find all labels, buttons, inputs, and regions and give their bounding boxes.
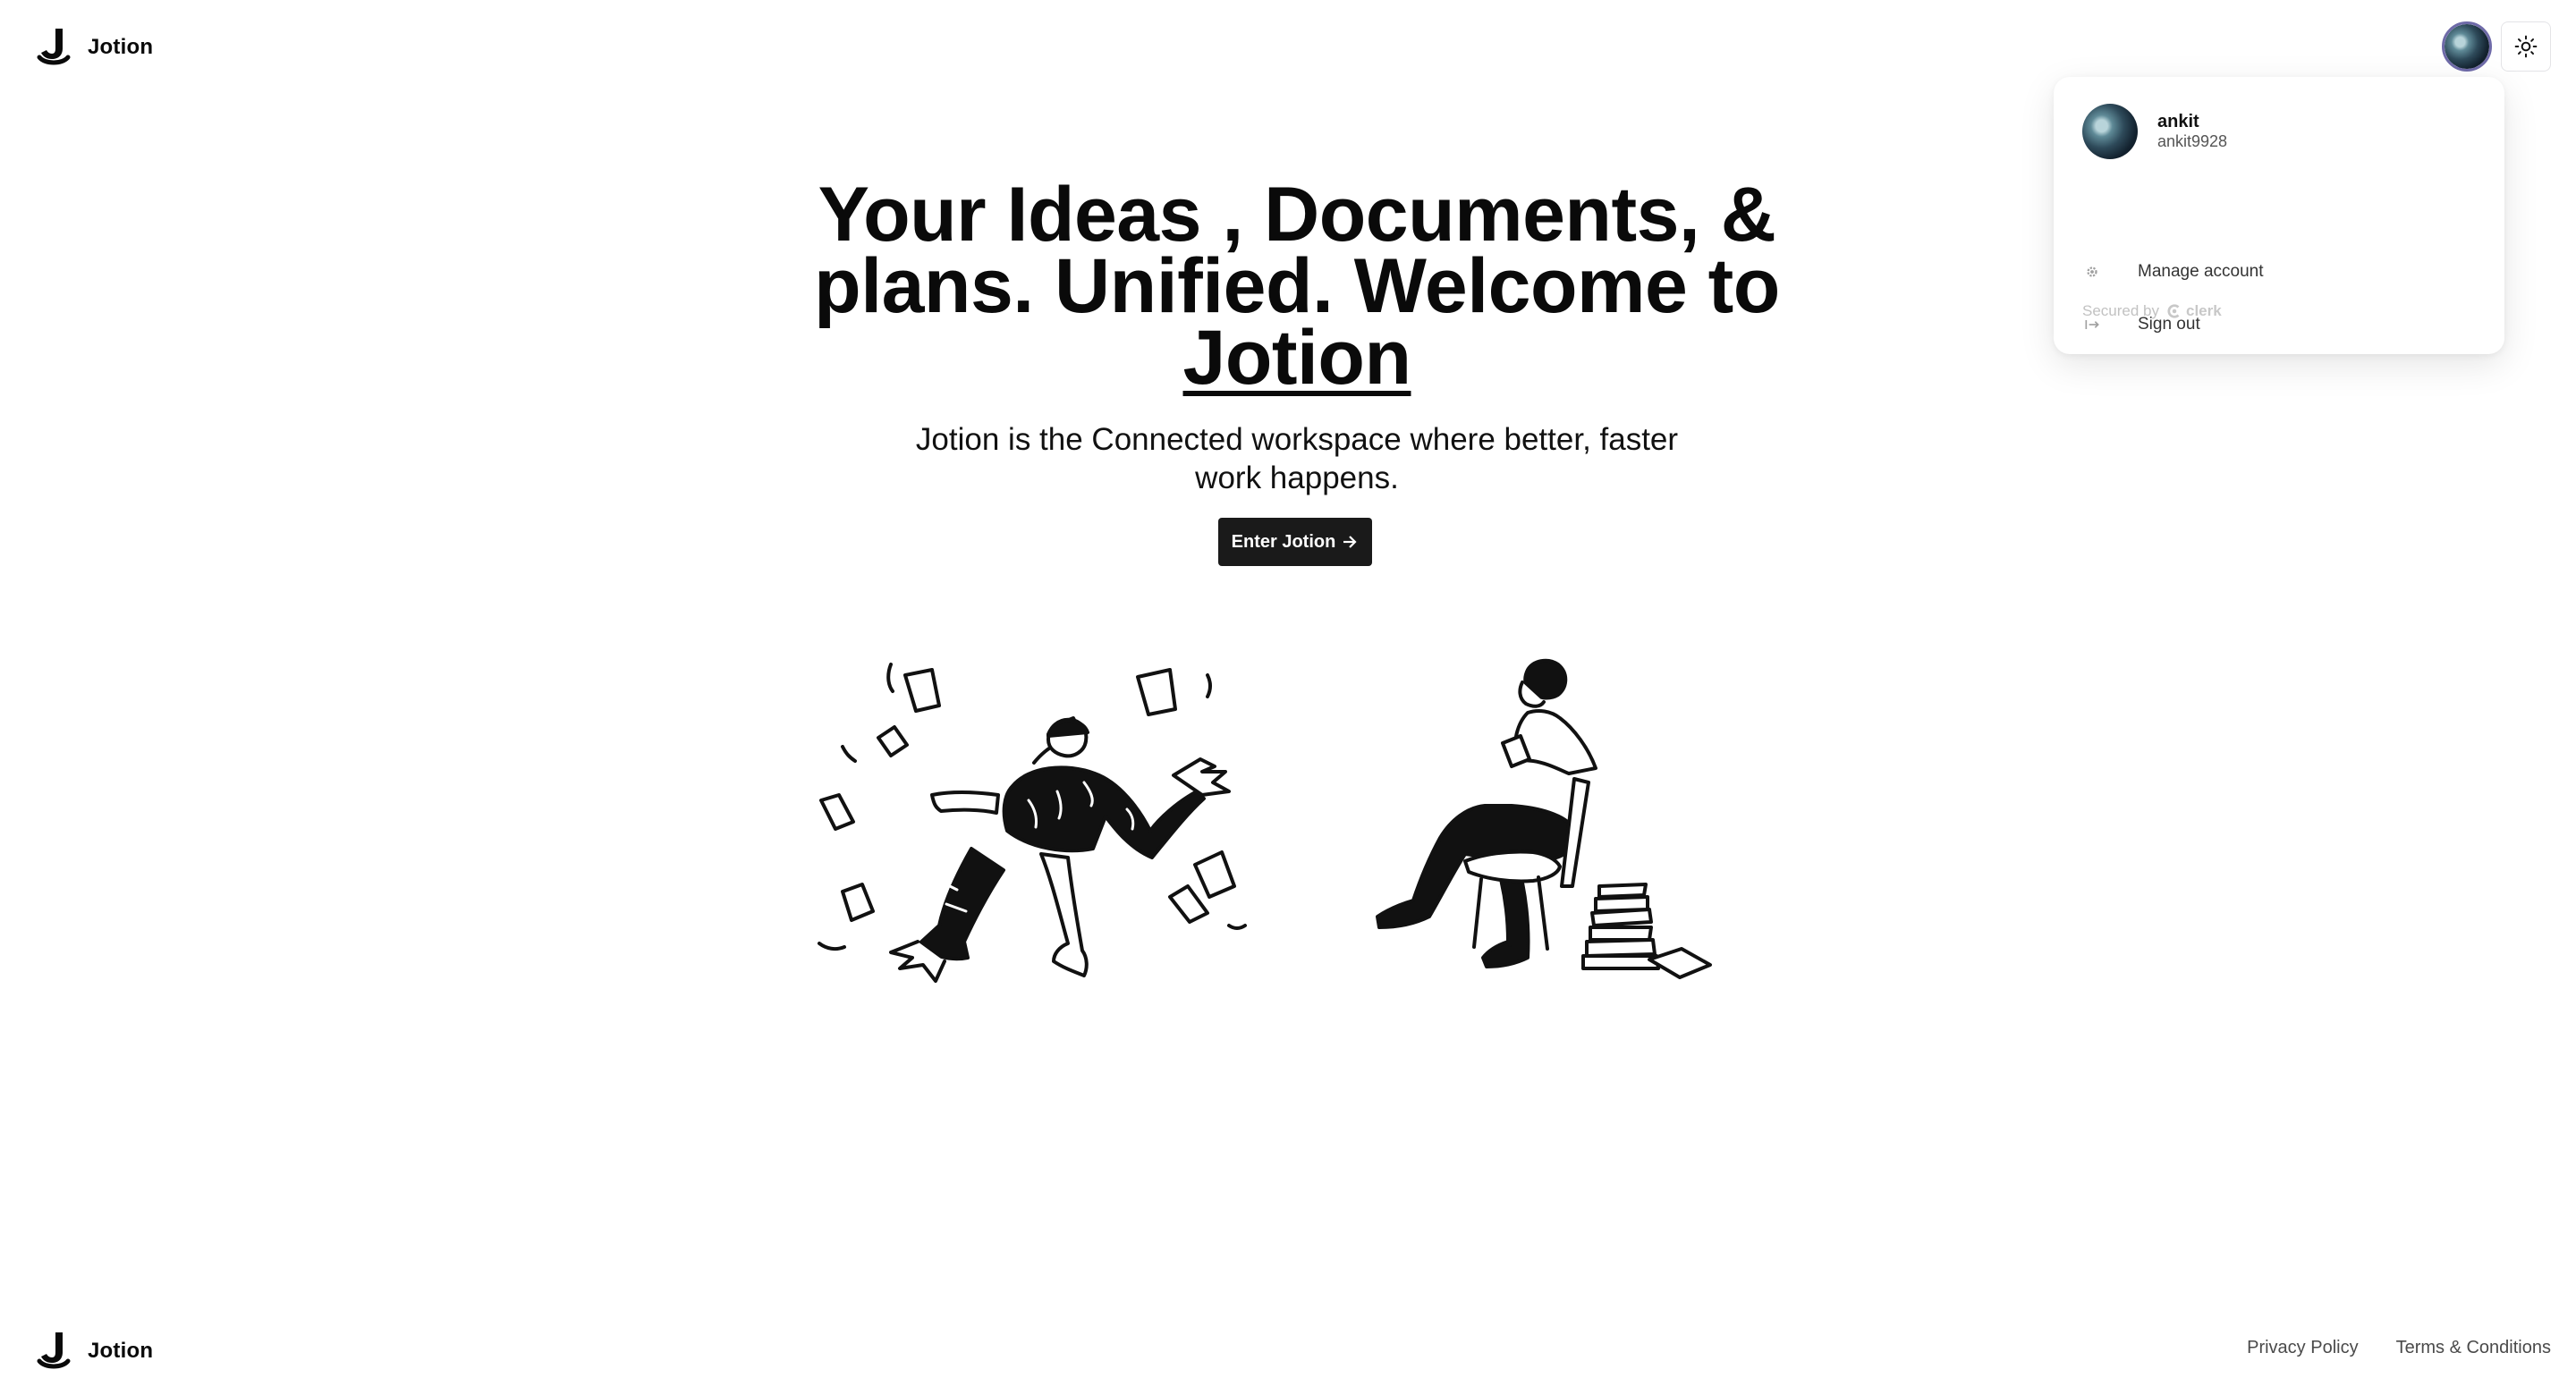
user-menu-avatar (2082, 104, 2138, 159)
theme-toggle-button[interactable] (2501, 21, 2551, 72)
jotion-logo-icon (36, 27, 72, 68)
book-stack (1581, 883, 1712, 979)
footer-brand[interactable]: Jotion (36, 1331, 153, 1372)
navbar-actions (2442, 21, 2551, 72)
user-avatar-button[interactable] (2442, 21, 2492, 72)
manage-account-button[interactable]: Manage account (2082, 254, 2264, 290)
user-menu-header: ankit ankit9928 (2082, 104, 2227, 159)
hero-subtitle: Jotion is the Connected workspace where … (915, 422, 1679, 495)
manage-account-label: Manage account (2138, 262, 2264, 281)
sun-icon (2514, 35, 2538, 58)
hero-title: Your Ideas , Documents, & plans. Unified… (787, 176, 1807, 396)
hero-title-brand: Jotion (1182, 315, 1411, 401)
reading-woman-figure (1376, 658, 1712, 979)
user-menu-popover: ankit ankit9928 Manage account Sign out … (2054, 77, 2504, 354)
user-identity: ankit ankit9928 (2157, 112, 2227, 151)
hero-illustration (805, 657, 1726, 1033)
enter-jotion-button[interactable]: Enter Jotion (1218, 518, 1372, 566)
footer-links: Privacy Policy Terms & Conditions (2247, 1338, 2551, 1358)
privacy-policy-link[interactable]: Privacy Policy (2247, 1338, 2358, 1358)
avatar (2445, 24, 2489, 69)
enter-jotion-label: Enter Jotion (1231, 531, 1336, 552)
secured-by-footer: Secured by clerk (2082, 302, 2222, 320)
user-handle: ankit9928 (2157, 132, 2228, 150)
terms-link[interactable]: Terms & Conditions (2396, 1338, 2551, 1358)
dancing-man-figure (889, 717, 1231, 983)
clerk-link[interactable]: clerk (2166, 302, 2222, 320)
user-name: ankit (2157, 112, 2199, 131)
brand-name: Jotion (88, 35, 154, 59)
jotion-logo-icon (36, 1331, 72, 1372)
arrow-right-icon (1343, 536, 1357, 548)
hero-title-text: Your Ideas , Documents, & plans. Unified… (814, 172, 1780, 329)
secured-by-text: Secured by (2082, 302, 2159, 319)
clerk-logo-icon (2167, 304, 2180, 318)
footer-brand-name: Jotion (88, 1339, 154, 1363)
footer: Jotion Privacy Policy Terms & Conditions (0, 1315, 2576, 1386)
gear-icon (2082, 262, 2102, 282)
clerk-label: clerk (2186, 302, 2222, 319)
brand-logo-link[interactable]: Jotion (36, 27, 153, 68)
